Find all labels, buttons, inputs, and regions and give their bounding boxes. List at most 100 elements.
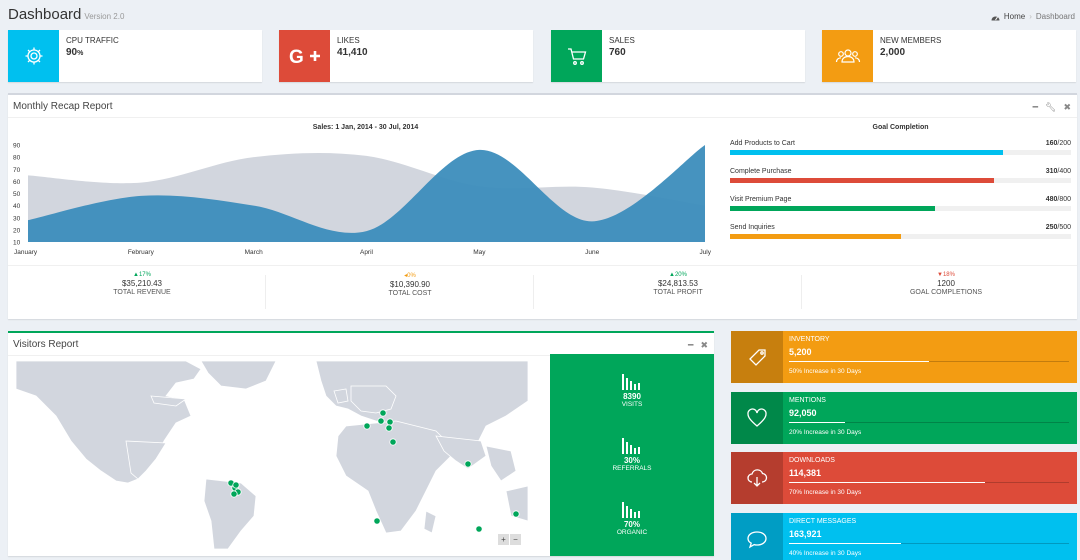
stat-box-value: 114,381 [789, 468, 822, 478]
visitor-stat-value: 8390 [623, 392, 641, 401]
new-members-label: NEW MEMBERS [880, 36, 942, 45]
goal-progress-track [730, 150, 1071, 155]
zoom-in-button[interactable]: + [498, 534, 509, 545]
y-tick-label: 60 [13, 179, 21, 186]
y-tick-label: 90 [13, 143, 21, 150]
tag-icon [731, 331, 783, 383]
goal-total: /800 [1057, 196, 1071, 203]
divider [265, 275, 266, 309]
chart-title: Sales: 1 Jan, 2014 - 30 Jul, 2014 [312, 124, 419, 131]
visitors-report-header: Visitors Report ━ ✖ [8, 333, 714, 356]
page-title: Dashboard Version 2.0 [8, 6, 124, 23]
description-block: ◂0% $10,390.90 TOTAL COST [276, 272, 544, 297]
stat-box-value: 163,921 [789, 528, 822, 539]
goal-value: 480/800 [1046, 196, 1071, 203]
sales-value: 760 [609, 47, 626, 58]
x-tick-label: February [128, 249, 155, 256]
goal-progress-bar [730, 206, 935, 211]
sales-area-chart: 10 20 30 40 50 60 70 80 90 January February March Ap… [13, 143, 712, 257]
visitor-stat-value: 70% [623, 520, 640, 529]
info-box-new-members: NEW MEMBERS 2,000 [822, 30, 1076, 82]
visitor-stat-value: 30% [623, 456, 640, 465]
box-tools: ━ 🔧︎ ✖ [1033, 102, 1071, 113]
stat-box-progress [789, 421, 1069, 423]
close-icon[interactable]: ✖ [1063, 102, 1071, 113]
description-text: TOTAL COST [388, 290, 432, 297]
info-box-cpu-traffic: CPU TRAFFIC 90% [8, 30, 262, 82]
goal-progress-track [730, 234, 1071, 239]
shopping-cart-icon [551, 30, 602, 82]
goal-value: 310/400 [1046, 168, 1071, 175]
stat-box-progress [789, 361, 1069, 362]
description-percentage: ▲17% [133, 272, 151, 278]
info-box-sales: SALES 760 [551, 30, 805, 82]
stat-box-label: MENTIONS [789, 396, 826, 404]
box-tools: ━ ✖ [688, 340, 708, 351]
heart-icon [731, 391, 783, 444]
description-amount: $10,390.90 [389, 280, 431, 289]
goal-value: 160/200 [1046, 140, 1071, 147]
bar-chart-icon [550, 372, 714, 392]
divider [8, 265, 1077, 266]
goal-label: Add Products to Cart [730, 140, 795, 147]
y-tick-label: 80 [13, 155, 21, 162]
cpu-traffic-unit: % [77, 50, 84, 57]
stat-box-direct-messages: DIRECT MESSAGES 163,921 40% Increase in … [731, 512, 1077, 560]
description-amount: $35,210.43 [121, 279, 163, 288]
goal-label: Visit Premium Page [730, 196, 792, 203]
page-title-text: Dashboard [8, 6, 82, 23]
collapse-icon[interactable]: ━ [1033, 102, 1038, 113]
description-percentage: ◂0% [404, 273, 416, 279]
goal-total: /200 [1057, 140, 1071, 147]
visitor-stat: 70% ORGANIC [550, 500, 714, 536]
cpu-traffic-value: 90% [66, 47, 83, 58]
y-tick-label: 50 [13, 191, 21, 198]
y-tick-label: 70 [13, 167, 21, 174]
world-map[interactable] [16, 361, 528, 549]
description-amount: $24,813.53 [657, 279, 699, 288]
new-members-value: 2,000 [880, 47, 906, 58]
stat-box-progress [789, 482, 1069, 483]
wrench-icon[interactable]: 🔧︎ [1045, 102, 1056, 113]
goal-progress-track [730, 206, 1071, 211]
goal-current: 160 [1045, 140, 1058, 147]
breadcrumb-home[interactable]: Home [1004, 12, 1025, 21]
breadcrumb-separator: › [1029, 12, 1032, 21]
description-block: ▲17% $35,210.43 TOTAL REVENUE [8, 272, 276, 296]
description-amount: 1200 [937, 279, 955, 288]
info-box-likes: G LIKES 41,410 [279, 30, 533, 82]
y-tick-label: 20 [13, 227, 21, 234]
google-plus-icon: G [279, 30, 330, 82]
visitor-stat-label: ORGANIC [616, 529, 648, 536]
goal-label: Send Inquiries [730, 224, 775, 231]
stat-box-mentions: MENTIONS 92,050 20% Increase in 30 Days [731, 391, 1077, 444]
divider [533, 275, 534, 309]
goal-total: /400 [1057, 168, 1071, 175]
visitors-report-title: Visitors Report [13, 339, 79, 350]
x-tick-label: March [245, 249, 263, 256]
x-tick-label: April [360, 249, 374, 256]
stat-box-description: 70% Increase in 30 Days [789, 489, 862, 496]
description-text: GOAL COMPLETIONS [909, 289, 983, 296]
stat-box-progress-fill [789, 361, 929, 362]
gear-icon [8, 30, 59, 82]
visitor-stat: 8390 VISITS [550, 372, 714, 408]
x-tick-label: June [585, 249, 599, 256]
goal-current: 250 [1045, 224, 1058, 231]
goal-progress-track [730, 178, 1071, 183]
stat-box-progress-fill [789, 421, 845, 423]
goal-progress-bar [730, 150, 1003, 155]
cpu-traffic-label: CPU TRAFFIC [66, 36, 119, 45]
close-icon[interactable]: ✖ [700, 340, 708, 351]
breadcrumb-current: Dashboard [1035, 12, 1075, 21]
stat-box-inventory: INVENTORY 5,200 50% Increase in 30 Days [731, 331, 1077, 383]
description-percentage: ▲20% [669, 272, 687, 278]
goal-total: /500 [1057, 224, 1071, 231]
svg-text:G: G [289, 47, 304, 67]
cpu-traffic-number: 90 [66, 47, 78, 58]
stat-box-progress-fill [789, 542, 901, 544]
bar-chart-icon [550, 436, 714, 456]
zoom-out-button[interactable]: − [510, 534, 521, 545]
divider [801, 275, 802, 309]
collapse-icon[interactable]: ━ [688, 340, 693, 351]
